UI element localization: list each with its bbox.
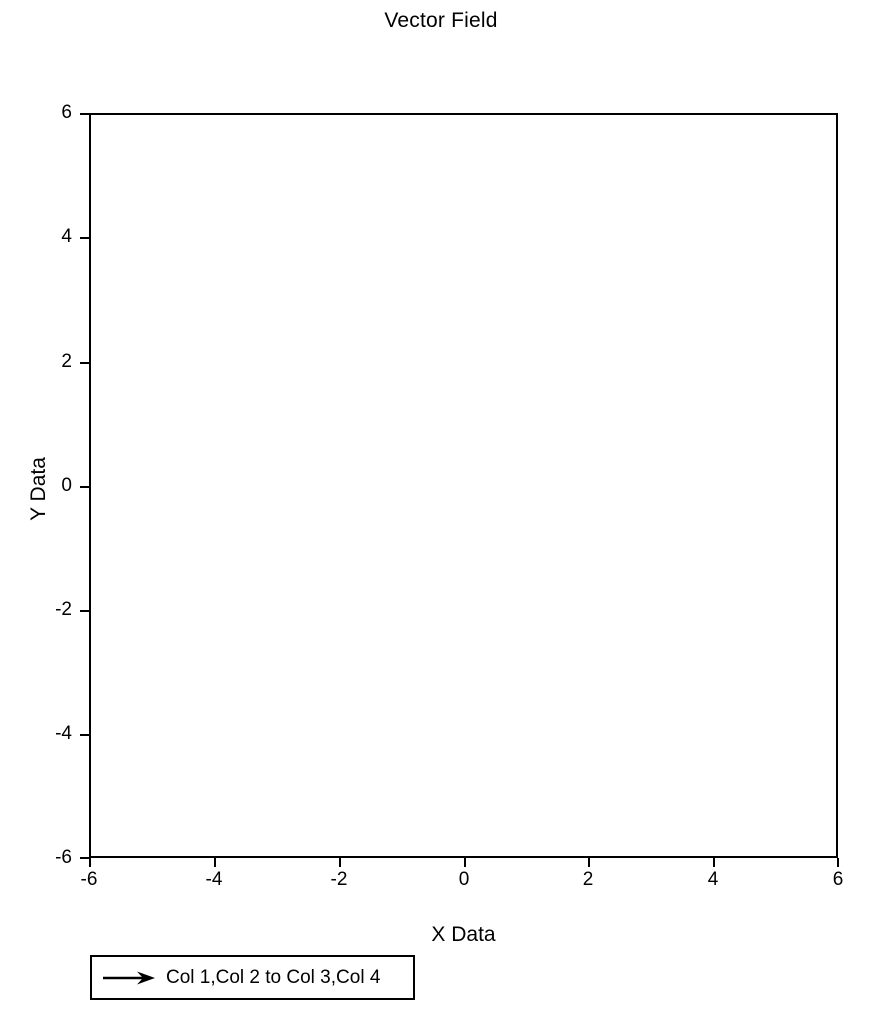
x-tick-label: 6 bbox=[832, 869, 844, 890]
x-tick-label: -4 bbox=[205, 869, 223, 890]
y-tick-label: -4 bbox=[55, 723, 72, 744]
x-tick-mark bbox=[89, 858, 91, 867]
x-tick-mark bbox=[464, 858, 466, 867]
x-tick-label: 0 bbox=[458, 869, 470, 890]
y-axis-label: Y Data bbox=[27, 457, 50, 521]
x-tick-mark bbox=[713, 858, 715, 867]
x-tick-label: 4 bbox=[707, 869, 719, 890]
y-tick-mark bbox=[80, 734, 89, 736]
right-arrow-icon bbox=[103, 971, 155, 984]
y-tick-mark bbox=[80, 362, 89, 364]
x-axis-label: X Data bbox=[431, 923, 496, 946]
chart-title: Vector Field bbox=[384, 9, 498, 32]
y-tick-mark bbox=[80, 857, 89, 859]
legend[interactable]: Col 1,Col 2 to Col 3,Col 4 bbox=[90, 955, 415, 1000]
x-tick-mark bbox=[588, 858, 590, 867]
y-tick-mark bbox=[80, 486, 89, 488]
x-tick-label: -6 bbox=[80, 869, 98, 890]
x-tick-mark bbox=[837, 858, 839, 867]
x-tick-mark bbox=[339, 858, 341, 867]
legend-entry[interactable]: Col 1,Col 2 to Col 3,Col 4 bbox=[92, 957, 380, 998]
y-tick-label: 4 bbox=[61, 226, 72, 247]
y-tick-label: 6 bbox=[61, 102, 72, 123]
y-tick-label: 2 bbox=[61, 351, 72, 372]
y-tick-label: -2 bbox=[55, 599, 72, 620]
chart-figure: Vector Field -6 -4 -2 0 2 4 6 6 4 2 0 -2… bbox=[0, 0, 882, 1015]
x-tick-label: -2 bbox=[330, 869, 348, 890]
x-tick-mark bbox=[214, 858, 216, 867]
legend-label: Col 1,Col 2 to Col 3,Col 4 bbox=[166, 967, 381, 988]
y-tick-label: -6 bbox=[55, 847, 72, 868]
y-tick-mark bbox=[80, 610, 89, 612]
y-tick-mark bbox=[80, 113, 89, 115]
vector-field-canvas bbox=[91, 115, 836, 856]
y-tick-mark bbox=[80, 237, 89, 239]
plot-area[interactable] bbox=[89, 113, 838, 858]
x-tick-label: 2 bbox=[582, 869, 594, 890]
